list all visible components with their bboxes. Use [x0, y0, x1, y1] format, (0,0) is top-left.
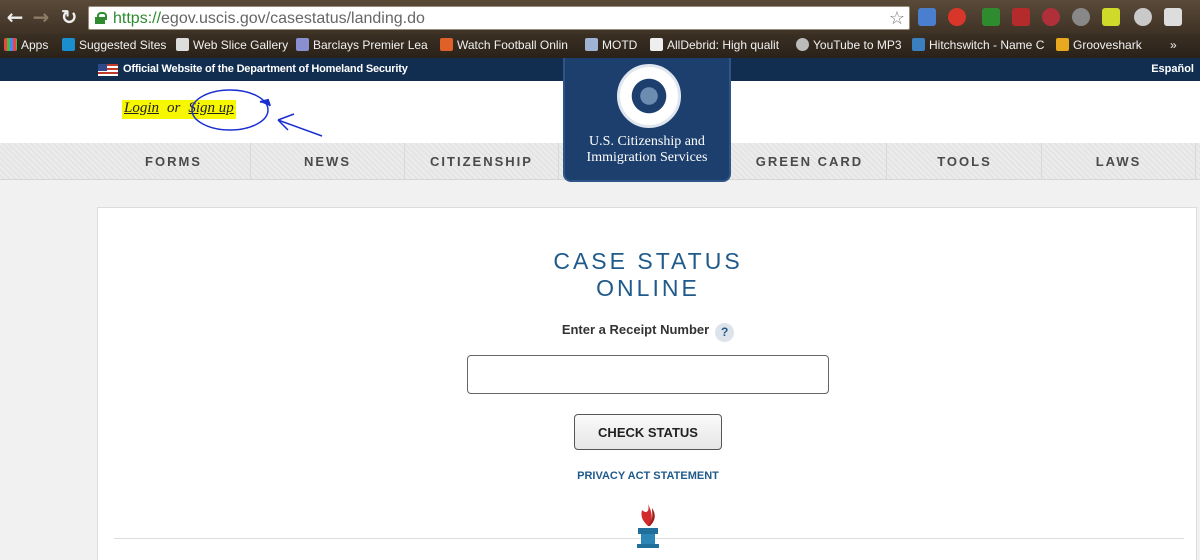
apps-grid-icon [4, 38, 17, 51]
bookmark-item[interactable]: MOTD [585, 38, 641, 54]
check-status-button[interactable]: CHECK STATUS [574, 414, 722, 450]
annotation-circle-arrow-icon [191, 89, 323, 137]
uscis-logo[interactable]: U.S. Citizenship and Immigration Service… [563, 58, 731, 182]
bookmark-item[interactable]: Suggested Sites [62, 38, 170, 54]
help-icon[interactable]: ? [715, 323, 735, 342]
web-slice-icon [176, 38, 189, 51]
forward-arrow-icon[interactable]: → [30, 6, 52, 28]
bing-icon [62, 38, 75, 51]
bookmark-item[interactable]: Hitchswitch - Name C [912, 38, 1044, 54]
browser-toolbar: ← → ↻ https://egov.uscis.gov/casestatus/… [0, 0, 1200, 34]
bookmarks-bar: Apps Suggested Sites Web Slice Gallery B… [0, 34, 1200, 58]
us-flag-icon [98, 64, 118, 76]
bookmark-item[interactable]: YouTube to MP3 [796, 38, 904, 54]
page-title: CASE STATUS ONLINE [553, 248, 743, 301]
bookmark-item[interactable]: Barclays Premier Leag [296, 38, 428, 54]
url-text: https://egov.uscis.gov/casestatus/landin… [113, 10, 425, 27]
calendar-extension-icon[interactable] [982, 8, 1000, 26]
agency-name: U.S. Citizenship and Immigration Service… [586, 134, 708, 165]
bookmarks-overflow[interactable]: » [1170, 38, 1184, 54]
espanol-link[interactable]: Español [1151, 63, 1194, 75]
official-text: Official Website of the Department of Ho… [123, 63, 408, 75]
torch-icon [637, 504, 659, 548]
bookmark-item[interactable]: Grooveshark [1056, 38, 1148, 54]
s-extension-icon[interactable] [1134, 8, 1152, 26]
alldebrid-icon [650, 38, 663, 51]
bookmark-item[interactable]: AllDebrid: High qualit [650, 38, 782, 54]
dhs-seal-icon [617, 64, 681, 128]
back-arrow-icon[interactable]: ← [4, 6, 26, 28]
bookmark-item[interactable]: Watch Football Onlin [440, 38, 570, 54]
football-icon [440, 38, 453, 51]
nav-laws[interactable]: LAWS [1042, 143, 1196, 180]
mask-extension-icon[interactable] [1072, 8, 1090, 26]
nav-green-card[interactable]: GREEN CARD [733, 143, 887, 180]
n-extension-icon[interactable] [1102, 8, 1120, 26]
reload-icon[interactable]: ↻ [58, 6, 80, 28]
bookmark-star-icon[interactable]: ☆ [889, 8, 905, 29]
opera-extension-icon[interactable] [948, 8, 966, 26]
pdf-extension-icon[interactable] [1012, 8, 1030, 26]
receipt-number-input[interactable] [467, 355, 829, 394]
nav-forms[interactable]: FORMS [97, 143, 251, 180]
menu-extension-icon[interactable] [1164, 8, 1182, 26]
nav-tools[interactable]: TOOLS [888, 143, 1042, 180]
bookmark-item[interactable]: Web Slice Gallery [176, 38, 288, 54]
hat-extension-icon[interactable] [1042, 8, 1060, 26]
grooveshark-icon [1056, 38, 1069, 51]
nav-news[interactable]: NEWS [251, 143, 405, 180]
headphones-icon [796, 38, 809, 51]
case-status-card: CASE STATUS ONLINE Enter a Receipt Numbe… [97, 207, 1197, 560]
nav-citizenship[interactable]: CITIZENSHIP [405, 143, 559, 180]
lock-icon [95, 12, 107, 24]
login-link[interactable]: Login [124, 100, 159, 116]
privacy-act-link[interactable]: PRIVACY ACT STATEMENT [98, 470, 1198, 482]
address-bar[interactable]: https://egov.uscis.gov/casestatus/landin… [88, 6, 910, 30]
motd-icon [585, 38, 598, 51]
bookmark-apps[interactable]: Apps [4, 38, 48, 54]
premier-league-icon [296, 38, 309, 51]
or-text: or [167, 100, 181, 116]
hitchswitch-icon [912, 38, 925, 51]
translate-extension-icon[interactable] [918, 8, 936, 26]
receipt-label: Enter a Receipt Number? [98, 322, 1198, 342]
